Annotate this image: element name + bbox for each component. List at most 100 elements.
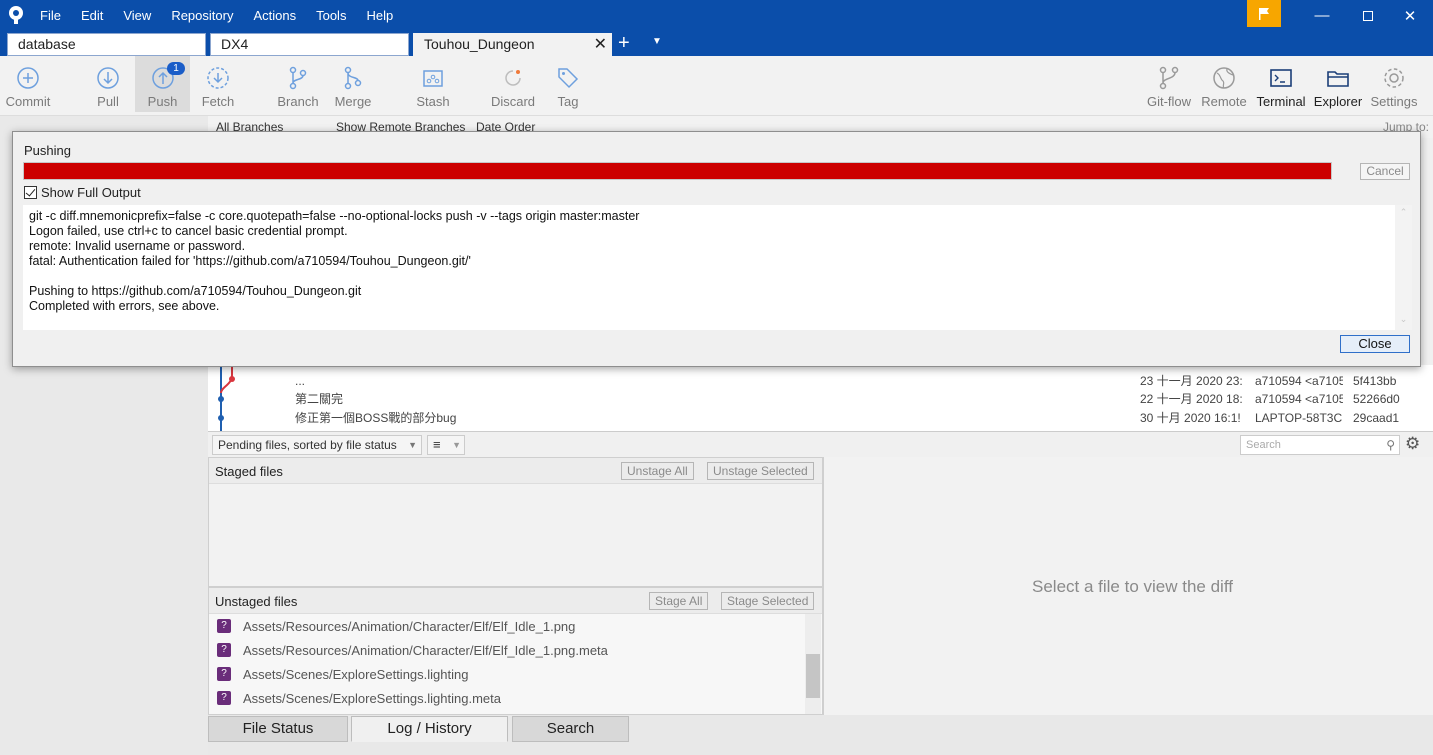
gitflow-button[interactable]: Git-flow <box>1143 56 1195 112</box>
output-log: git -c diff.mnemonicprefix=false -c core… <box>23 205 1395 330</box>
push-progress-dialog: Pushing Cancel Show Full Output git -c d… <box>12 131 1421 367</box>
menu-tools[interactable]: Tools <box>306 0 356 31</box>
unstage-selected-button[interactable]: Unstage Selected <box>707 462 814 480</box>
tag-icon <box>558 68 579 89</box>
commit-row[interactable]: 修正第一個BOSS戰的部分bug 30 十月 2020 16:1! LAPTOP… <box>208 409 1433 428</box>
menu-file[interactable]: File <box>30 0 71 31</box>
stage-all-button[interactable]: Stage All <box>649 592 709 610</box>
settings-button[interactable]: Settings <box>1368 56 1420 112</box>
tab-database[interactable]: database <box>7 33 206 56</box>
output-line: git -c diff.mnemonicprefix=false -c core… <box>29 209 640 223</box>
diff-pane: Select a file to view the diff <box>823 457 1433 715</box>
untracked-file-icon: ? <box>217 691 231 705</box>
commit-message: ... <box>295 374 306 388</box>
tag-label: Tag <box>557 94 579 109</box>
gear-icon <box>1384 68 1404 88</box>
list-item[interactable]: ? Assets/Resources/Animation/Character/El… <box>217 639 608 661</box>
merge-label: Merge <box>334 94 372 109</box>
terminal-icon <box>1270 69 1292 87</box>
remote-button[interactable]: Remote <box>1198 56 1250 112</box>
list-item[interactable]: ? Assets/Scenes/ExploreSettings.lighting.… <box>217 687 501 709</box>
view-mode-select[interactable]: ≡ ▼ <box>427 435 465 455</box>
commit-hash: 52266d0 <box>1353 392 1400 406</box>
menu-edit[interactable]: Edit <box>71 0 113 31</box>
repo-tabs: database DX4 Touhou_Dungeon ✕ <box>0 31 1433 56</box>
search-input[interactable]: Search ⚲ <box>1240 435 1400 455</box>
title-bar: File Edit View Repository Actions Tools … <box>0 0 1433 56</box>
commit-hash: 29caad1 <box>1353 411 1400 425</box>
flag-button[interactable] <box>1247 0 1281 27</box>
output-line: Completed with errors, see above. <box>29 299 220 313</box>
untracked-file-icon: ? <box>217 619 231 633</box>
gear-icon[interactable]: ⚙ <box>1405 434 1420 454</box>
file-path: Assets/Resources/Animation/Character/Elf… <box>243 618 576 634</box>
merge-button[interactable]: Merge <box>327 56 379 112</box>
staged-title: Staged files <box>215 464 283 479</box>
merge-icon <box>344 66 362 90</box>
stage-selected-button[interactable]: Stage Selected <box>721 592 815 610</box>
maximize-icon <box>1363 10 1373 21</box>
commit-date: 22 十一月 2020 18: <box>1140 392 1243 406</box>
file-path: Assets/Resources/Animation/Character/Elf… <box>243 642 608 658</box>
chevron-down-icon: ▼ <box>408 440 417 450</box>
close-window-button[interactable]: ✕ <box>1387 0 1433 31</box>
tab-touhou-dungeon[interactable]: Touhou_Dungeon ✕ <box>413 33 612 56</box>
explorer-button[interactable]: Explorer <box>1312 56 1364 112</box>
scroll-down-icon[interactable]: ⌄ <box>1395 314 1412 325</box>
maximize-button[interactable] <box>1345 0 1391 31</box>
unstaged-scrollbar[interactable] <box>805 614 821 714</box>
list-item[interactable]: ? Assets/Resources/Animation/Character/El… <box>217 615 575 637</box>
cancel-button[interactable]: Cancel <box>1360 163 1410 180</box>
commit-message: 第二關完 <box>295 392 344 406</box>
tab-search[interactable]: Search <box>512 716 629 742</box>
branch-button[interactable]: Branch <box>272 56 324 112</box>
menu-view[interactable]: View <box>113 0 161 31</box>
commit-date: 23 十一月 2020 23: <box>1140 374 1243 388</box>
unstage-all-button[interactable]: Unstage All <box>621 462 694 480</box>
tag-button[interactable]: Tag <box>542 56 594 112</box>
staged-header: Staged files Unstage All Unstage Selecte… <box>209 458 822 484</box>
pull-button[interactable]: Pull <box>82 56 134 112</box>
commit-author: a710594 <a7105! <box>1255 392 1343 406</box>
sort-select[interactable]: Pending files, sorted by file status ▼ <box>212 435 422 455</box>
tab-dropdown-icon[interactable]: ▼ <box>652 36 662 47</box>
tab-log-history[interactable]: Log / History <box>351 716 508 742</box>
tab-file-status[interactable]: File Status <box>208 716 348 742</box>
discard-button[interactable]: Discard <box>487 56 539 112</box>
push-button[interactable]: 1 Push <box>135 56 190 112</box>
discard-icon <box>505 70 521 86</box>
checkbox-checked[interactable] <box>24 186 37 199</box>
fetch-button[interactable]: Fetch <box>192 56 244 112</box>
sourcetree-logo-icon <box>9 6 23 24</box>
tab-close-icon[interactable]: ✕ <box>594 34 607 55</box>
toolbar: Commit Pull 1 Push Fetch Branch Merge St… <box>0 56 1433 116</box>
menu-actions[interactable]: Actions <box>243 0 306 31</box>
commit-button[interactable]: Commit <box>2 56 54 112</box>
scroll-thumb[interactable] <box>806 654 820 698</box>
tab-dx4[interactable]: DX4 <box>210 33 409 56</box>
push-count-badge: 1 <box>167 62 185 75</box>
output-scrollbar[interactable]: ⌃ ⌄ <box>1395 205 1412 330</box>
commit-hash: 5f413bb <box>1353 374 1397 388</box>
list-item[interactable]: ? Assets/Scenes/ExploreSettings.lighting <box>217 663 468 685</box>
commit-row[interactable]: ... 23 十一月 2020 23: a710594 <a7105! 5f41… <box>208 372 1433 391</box>
output-line: Logon failed, use ctrl+c to cancel basic… <box>29 224 348 238</box>
branch-icon <box>289 66 307 90</box>
commit-row[interactable]: 第二關完 22 十一月 2020 18: a710594 <a7105! 522… <box>208 390 1433 409</box>
stash-button[interactable]: Stash <box>407 56 459 112</box>
menu-help[interactable]: Help <box>356 0 403 31</box>
menu-repository[interactable]: Repository <box>161 0 243 31</box>
menu-bar: File Edit View Repository Actions Tools … <box>30 0 403 31</box>
terminal-button[interactable]: Terminal <box>1254 56 1308 112</box>
minimize-button[interactable]: — <box>1299 0 1345 31</box>
progress-bar <box>23 162 1332 180</box>
chevron-down-icon: ▼ <box>452 440 461 450</box>
bottom-tab-bar: File Status Log / History Search <box>208 715 1433 755</box>
scroll-up-icon[interactable]: ⌃ <box>1395 207 1412 218</box>
close-button[interactable]: Close <box>1340 335 1410 353</box>
gitflow-label: Git-flow <box>1146 94 1192 109</box>
add-tab-icon[interactable]: + <box>618 32 630 54</box>
show-full-output-toggle[interactable]: Show Full Output <box>24 185 141 200</box>
stash-label: Stash <box>416 94 450 109</box>
